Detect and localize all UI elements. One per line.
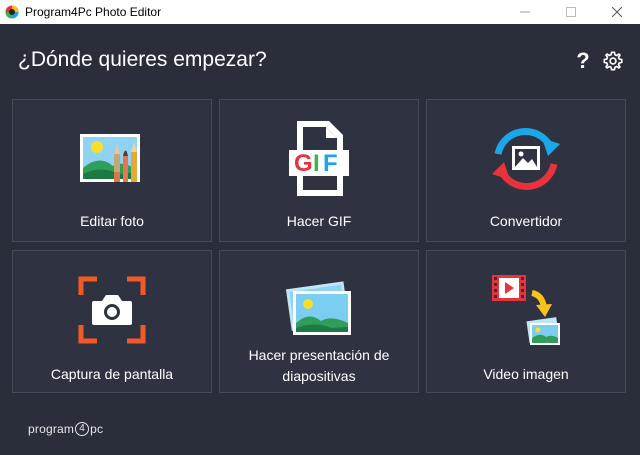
photo-edit-icon: [80, 134, 140, 182]
minimize-icon: [520, 11, 530, 13]
logo-text-4: 4: [75, 422, 90, 436]
logo-text-pc: pc: [90, 422, 104, 436]
app-logo-icon: [5, 5, 19, 19]
logo-text-program: program: [28, 422, 75, 436]
header: ¿Dónde quieres empezar? ?: [0, 24, 640, 98]
close-button[interactable]: [594, 0, 640, 24]
slideshow-icon: [285, 281, 351, 335]
tile-hacer-gif[interactable]: G I F Hacer GIF: [219, 99, 419, 242]
gif-letter-g: G: [294, 150, 313, 177]
window-title: Program4Pc Photo Editor: [25, 5, 162, 19]
page-title: ¿Dónde quieres empezar?: [18, 48, 267, 71]
tile-captura-de-pantalla[interactable]: Captura de pantalla: [12, 250, 212, 393]
minimize-button[interactable]: [502, 0, 548, 24]
maximize-icon: [566, 7, 576, 17]
gear-icon[interactable]: [602, 50, 624, 72]
maximize-button[interactable]: [548, 0, 594, 24]
gif-letter-f: F: [323, 150, 338, 177]
gif-letter-i: I: [313, 150, 320, 177]
gif-file-icon: G I F: [289, 121, 349, 196]
tile-label: Captura de pantalla: [50, 366, 174, 382]
close-icon: [612, 7, 622, 17]
tile-label: Convertidor: [489, 213, 563, 229]
tile-label: Editar foto: [80, 213, 144, 229]
camera-screenshot-icon: [78, 276, 146, 344]
footer: program 4 pc: [0, 408, 640, 455]
help-icon: ?: [576, 48, 590, 73]
help-button[interactable]: ?: [572, 48, 594, 74]
tile-label-line1: Hacer presentación de: [248, 347, 390, 363]
tile-hacer-presentacion[interactable]: Hacer presentación de diapositivas: [219, 250, 419, 393]
tile-label: Hacer GIF: [286, 213, 352, 229]
program4pc-logo[interactable]: program 4 pc: [28, 422, 103, 436]
tile-editar-foto[interactable]: Editar foto: [12, 99, 212, 242]
tile-video-imagen[interactable]: Video imagen: [426, 250, 626, 393]
convert-icon: [492, 127, 560, 191]
title-bar: Program4Pc Photo Editor: [0, 0, 640, 24]
tile-convertidor[interactable]: Convertidor: [426, 99, 626, 242]
video-to-image-icon: [492, 275, 560, 345]
tile-label-line2: diapositivas: [282, 368, 356, 384]
tile-label: Video imagen: [483, 366, 569, 382]
